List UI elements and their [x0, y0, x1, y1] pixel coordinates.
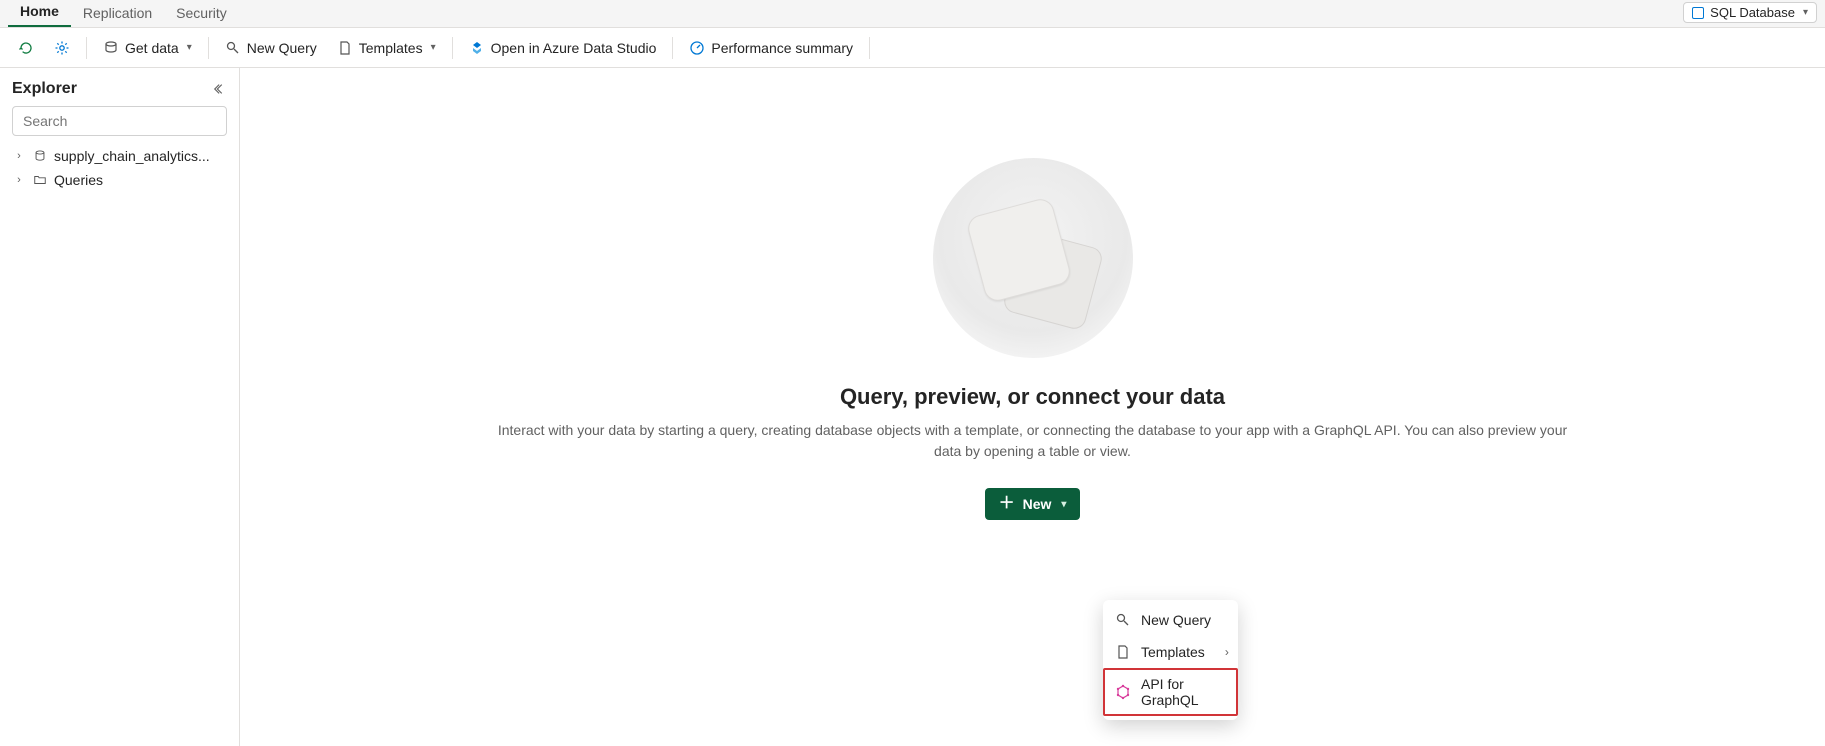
graphql-icon [1115, 684, 1131, 700]
perf-summary-label: Performance summary [711, 40, 853, 56]
refresh-button[interactable] [10, 36, 42, 60]
database-in-icon [103, 40, 119, 56]
hero-illustration [933, 158, 1133, 358]
toolbar-separator [208, 37, 209, 59]
database-type-label: SQL Database [1710, 5, 1795, 20]
chevron-down-icon: ▾ [1803, 7, 1808, 18]
sidebar-title: Explorer [12, 80, 77, 98]
database-icon [32, 148, 48, 164]
sidebar-header: Explorer [0, 76, 239, 106]
dropdown-item-api-graphql[interactable]: API for GraphQL [1103, 668, 1238, 716]
search-input[interactable] [12, 106, 227, 136]
toolbar-separator [869, 37, 870, 59]
query-icon [225, 40, 241, 56]
hero-title: Query, preview, or connect your data [840, 384, 1225, 410]
performance-summary-button[interactable]: Performance summary [681, 36, 861, 60]
database-icon [1692, 7, 1704, 19]
dropdown-item-templates[interactable]: Templates › [1103, 636, 1238, 668]
explorer-sidebar: Explorer › supply_chain_analytics... › [0, 68, 240, 746]
body: Explorer › supply_chain_analytics... › [0, 68, 1825, 746]
document-icon [337, 40, 353, 56]
dropdown-item-label: API for GraphQL [1141, 676, 1226, 708]
tab-bar: Home Replication Security SQL Database ▾ [0, 0, 1825, 28]
tree-item-queries[interactable]: › Queries [6, 168, 233, 192]
azure-icon [469, 40, 485, 56]
dropdown-item-label: New Query [1141, 612, 1211, 628]
new-query-label: New Query [247, 40, 317, 56]
open-ads-label: Open in Azure Data Studio [491, 40, 657, 56]
open-azure-data-studio-button[interactable]: Open in Azure Data Studio [461, 36, 665, 60]
refresh-icon [18, 40, 34, 56]
tab-security[interactable]: Security [164, 1, 239, 27]
tree-item-label: Queries [54, 172, 103, 188]
explorer-tree: › supply_chain_analytics... › Queries [0, 144, 239, 192]
chevron-down-icon: ▾ [1061, 499, 1066, 510]
new-query-button[interactable]: New Query [217, 36, 325, 60]
chevron-down-icon: ▾ [431, 42, 436, 53]
chevron-right-icon: › [12, 174, 26, 186]
collapse-sidebar-button[interactable] [213, 82, 227, 96]
main-content: Query, preview, or connect your data Int… [240, 68, 1825, 746]
settings-button[interactable] [46, 36, 78, 60]
toolbar-separator [672, 37, 673, 59]
database-type-badge[interactable]: SQL Database ▾ [1683, 2, 1817, 23]
gauge-icon [689, 40, 705, 56]
document-icon [1115, 644, 1131, 660]
dropdown-item-new-query[interactable]: New Query [1103, 604, 1238, 636]
dropdown-item-label: Templates [1141, 644, 1205, 660]
chevron-down-icon: ▾ [187, 42, 192, 53]
templates-button[interactable]: Templates ▾ [329, 36, 444, 60]
toolbar: Get data ▾ New Query Templates ▾ Open in… [0, 28, 1825, 68]
app-root: Home Replication Security SQL Database ▾… [0, 0, 1825, 746]
hero-subtitle: Interact with your data by starting a qu… [453, 420, 1613, 462]
plus-icon: ＋ [999, 496, 1015, 512]
gear-icon [54, 40, 70, 56]
tree-item-database[interactable]: › supply_chain_analytics... [6, 144, 233, 168]
toolbar-separator [452, 37, 453, 59]
get-data-button[interactable]: Get data ▾ [95, 36, 200, 60]
tree-item-label: supply_chain_analytics... [54, 148, 210, 164]
new-button[interactable]: ＋ New ▾ [985, 488, 1081, 520]
toolbar-separator [86, 37, 87, 59]
query-icon [1115, 612, 1131, 628]
chevron-right-icon: › [1225, 645, 1229, 659]
folder-icon [32, 172, 48, 188]
new-button-label: New [1023, 496, 1052, 512]
tab-replication[interactable]: Replication [71, 1, 164, 27]
tab-home[interactable]: Home [8, 0, 71, 27]
templates-label: Templates [359, 40, 423, 56]
new-dropdown-menu: New Query Templates › API for GraphQL [1103, 600, 1238, 720]
search-wrap [0, 106, 239, 144]
chevron-right-icon: › [12, 150, 26, 162]
get-data-label: Get data [125, 40, 179, 56]
